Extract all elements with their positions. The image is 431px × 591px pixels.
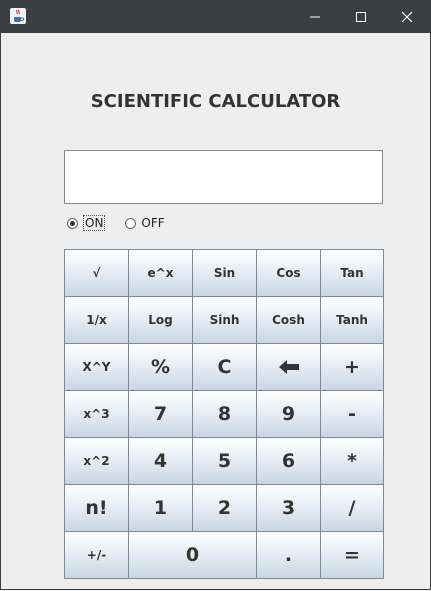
sin-button[interactable]: Sin (192, 249, 257, 297)
add-button[interactable]: + (320, 343, 384, 391)
exp-button[interactable]: e^x (128, 249, 193, 297)
digit-3-button[interactable]: 3 (256, 484, 321, 532)
cos-button[interactable]: Cos (256, 249, 321, 297)
equals-button[interactable]: = (320, 531, 384, 579)
maximize-icon (356, 11, 366, 22)
digit-4-button[interactable]: 4 (128, 437, 193, 485)
digit-1-button[interactable]: 1 (128, 484, 193, 532)
digit-5-button[interactable]: 5 (192, 437, 257, 485)
left-arrow-icon (278, 360, 299, 374)
title-bar (0, 0, 431, 33)
digit-8-button[interactable]: 8 (192, 390, 257, 438)
reciprocal-button[interactable]: 1/x (64, 296, 129, 344)
power-radio-group: ON OFF (67, 214, 165, 232)
digit-7-button[interactable]: 7 (128, 390, 193, 438)
divide-button[interactable]: / (320, 484, 384, 532)
percent-button[interactable]: % (128, 343, 193, 391)
minimize-button[interactable] (292, 0, 338, 33)
backspace-button[interactable] (256, 343, 321, 391)
maximize-button[interactable] (338, 0, 384, 33)
tanh-button[interactable]: Tanh (320, 296, 384, 344)
off-label[interactable]: OFF (141, 216, 164, 230)
close-icon (401, 11, 413, 22)
power-xy-button[interactable]: X^Y (64, 343, 129, 391)
minimize-icon (310, 16, 320, 17)
close-button[interactable] (384, 0, 430, 33)
decimal-button[interactable]: . (256, 531, 321, 579)
digit-0-button[interactable]: 0 (128, 531, 257, 579)
digit-2-button[interactable]: 2 (192, 484, 257, 532)
square-button[interactable]: x^2 (64, 437, 129, 485)
multiply-button[interactable]: * (320, 437, 384, 485)
log-button[interactable]: Log (128, 296, 193, 344)
digit-9-button[interactable]: 9 (256, 390, 321, 438)
cosh-button[interactable]: Cosh (256, 296, 321, 344)
negate-button[interactable]: +/- (64, 531, 129, 579)
subtract-button[interactable]: - (320, 390, 384, 438)
keypad: √ e^x Sin Cos Tan 1/x Log Sinh Cosh Tanh… (64, 249, 384, 579)
factorial-button[interactable]: n! (64, 484, 129, 532)
clear-button[interactable]: C (192, 343, 257, 391)
java-cup-icon (10, 8, 26, 24)
on-radio[interactable] (67, 217, 78, 229)
on-label[interactable]: ON (83, 215, 106, 231)
sqrt-button[interactable]: √ (64, 249, 129, 297)
cube-button[interactable]: x^3 (64, 390, 129, 438)
tan-button[interactable]: Tan (320, 249, 384, 297)
off-radio[interactable] (125, 217, 137, 229)
sinh-button[interactable]: Sinh (192, 296, 257, 344)
app-title: SCIENTIFIC CALCULATOR (90, 91, 341, 112)
digit-6-button[interactable]: 6 (256, 437, 321, 485)
calculator-display[interactable] (64, 150, 383, 204)
